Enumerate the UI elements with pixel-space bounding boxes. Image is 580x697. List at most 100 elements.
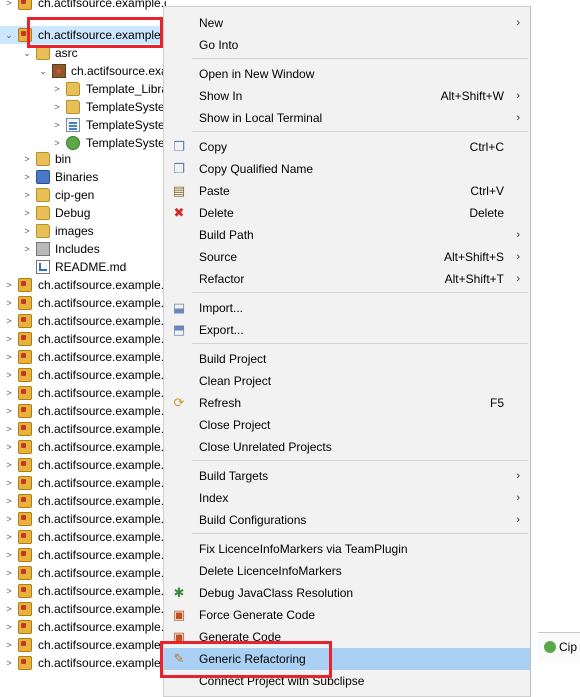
menu-item-paste[interactable]: ▤ Paste Ctrl+V	[164, 180, 530, 202]
tree-row-folder[interactable]: > bin	[0, 150, 166, 168]
tree-row-project[interactable]: > ch.actifsource.example.cip.m	[0, 492, 166, 510]
menu-item-debug-javaclass-resolution[interactable]: ✱ Debug JavaClass Resolution	[164, 582, 530, 604]
chevron-right-icon[interactable]: >	[4, 582, 14, 600]
tree-row-project[interactable]: > ch.actifsource.example.cip.q	[0, 564, 166, 582]
chevron-down-icon[interactable]: ⌄	[22, 44, 32, 62]
menu-item-export[interactable]: ⬒ Export...	[164, 319, 530, 341]
chevron-down-icon[interactable]: ⌄	[38, 62, 48, 80]
chevron-right-icon[interactable]: >	[4, 0, 14, 12]
tree-row-child[interactable]: > TemplateSystem	[0, 116, 166, 134]
chevron-right-icon[interactable]: >	[4, 330, 14, 348]
chevron-right-icon[interactable]: >	[4, 420, 14, 438]
chevron-right-icon[interactable]: >	[4, 618, 14, 636]
tree-row-project[interactable]: > ch.actifsource.example.cip.b	[0, 294, 166, 312]
menu-item-refactor[interactable]: Refactor Alt+Shift+T ›	[164, 268, 530, 290]
tree-row-project[interactable]: > ch.actifsource.example.cip.s	[0, 600, 166, 618]
chevron-right-icon[interactable]: >	[4, 600, 14, 618]
tree-row-project[interactable]: > ch.actifsource.example.cip.u	[0, 636, 166, 654]
menu-item-close-unrelated-projects[interactable]: Close Unrelated Projects	[164, 436, 530, 458]
chevron-right-icon[interactable]: >	[4, 366, 14, 384]
menu-item-show-in[interactable]: Show In Alt+Shift+W ›	[164, 85, 530, 107]
tree-row-folder[interactable]: > Binaries	[0, 168, 166, 186]
tree-row-folder[interactable]: > images	[0, 222, 166, 240]
chevron-right-icon[interactable]: >	[22, 204, 32, 222]
tree-row-child[interactable]: > Template_Library	[0, 80, 166, 98]
tree-row-folder[interactable]: > cip-gen	[0, 186, 166, 204]
chevron-right-icon[interactable]: >	[4, 294, 14, 312]
menu-item-build-path[interactable]: Build Path ›	[164, 224, 530, 246]
chevron-right-icon[interactable]: >	[52, 80, 62, 98]
chevron-right-icon[interactable]: >	[4, 474, 14, 492]
menu-item-generic-refactoring[interactable]: ✎ Generic Refactoring	[164, 648, 530, 670]
chevron-right-icon[interactable]: >	[4, 564, 14, 582]
menu-item-connect-project-with-subclipse[interactable]: Connect Project with Subclipse	[164, 670, 530, 692]
menu-item-clean-project[interactable]: Clean Project	[164, 370, 530, 392]
tree-row-project[interactable]: > ch.actifsource.example.cip.k	[0, 456, 166, 474]
chevron-right-icon[interactable]: >	[22, 186, 32, 204]
chevron-right-icon[interactable]: >	[4, 456, 14, 474]
tree-row-project[interactable]: > ch.actifsource.example.cip.l	[0, 474, 166, 492]
menu-item-import[interactable]: ⬓ Import...	[164, 297, 530, 319]
tree-row-project[interactable]: > ch.actifsource.example.cip.r	[0, 582, 166, 600]
menu-item-build-targets[interactable]: Build Targets ›	[164, 465, 530, 487]
tree-row-project[interactable]: > ch.actifsource.example.cip.p	[0, 546, 166, 564]
tree-row-project[interactable]: > ch.actifsource.example.cip.j	[0, 438, 166, 456]
chevron-right-icon[interactable]: >	[4, 546, 14, 564]
chevron-right-icon[interactable]: >	[22, 168, 32, 186]
chevron-right-icon[interactable]: >	[22, 150, 32, 168]
view-tab[interactable]: Cip	[538, 632, 580, 661]
chevron-right-icon[interactable]: >	[4, 312, 14, 330]
menu-item-copy[interactable]: ❐ Copy Ctrl+C	[164, 136, 530, 158]
tree-row-project[interactable]: > ch.actifsource.example.cip.g	[0, 384, 166, 402]
tree-row-selected-project[interactable]: ⌄ ch.actifsource.example.cip.ifpmpsystem	[0, 26, 166, 44]
tree-row-project[interactable]: > ch.actifsource.example.cip.v	[0, 654, 166, 672]
chevron-right-icon[interactable]: >	[4, 438, 14, 456]
tree-row-project[interactable]: > ch.actifsource.example.cip.i	[0, 420, 166, 438]
chevron-right-icon[interactable]: >	[4, 636, 14, 654]
chevron-down-icon[interactable]: ⌄	[4, 26, 14, 44]
tree-row-package[interactable]: ⌄ ch.actifsource.example.cip	[0, 62, 166, 80]
menu-item-fix-licenceinfomarkers-via-teamplugin[interactable]: Fix LicenceInfoMarkers via TeamPlugin	[164, 538, 530, 560]
chevron-right-icon[interactable]: >	[4, 384, 14, 402]
menu-item-generate-code[interactable]: ▣ Generate Code	[164, 626, 530, 648]
menu-item-refresh[interactable]: ⟳ Refresh F5	[164, 392, 530, 414]
tree-row-asrc[interactable]: ⌄ asrc	[0, 44, 166, 62]
tree-row-project[interactable]: > ch.actifsource.example.cip.ifpmpsystem …	[0, 0, 166, 12]
menu-item-close-project[interactable]: Close Project	[164, 414, 530, 436]
tree-row-project[interactable]: > ch.actifsource.example.cip.d	[0, 330, 166, 348]
menu-item-build-project[interactable]: Build Project	[164, 348, 530, 370]
chevron-right-icon[interactable]: >	[4, 654, 14, 672]
menu-item-show-in-local-terminal[interactable]: Show in Local Terminal ›	[164, 107, 530, 129]
tree-row-project[interactable]: > ch.actifsource.example.cip.h	[0, 402, 166, 420]
menu-item-force-generate-code[interactable]: ▣ Force Generate Code	[164, 604, 530, 626]
menu-item-delete[interactable]: ✖ Delete Delete	[164, 202, 530, 224]
menu-item-source[interactable]: Source Alt+Shift+S ›	[164, 246, 530, 268]
chevron-right-icon[interactable]: >	[52, 98, 62, 116]
tree-row-project[interactable]: > ch.actifsource.example.cip.n	[0, 510, 166, 528]
chevron-right-icon[interactable]: >	[4, 402, 14, 420]
menu-item-build-configurations[interactable]: Build Configurations ›	[164, 509, 530, 531]
menu-item-index[interactable]: Index ›	[164, 487, 530, 509]
tree-row-folder[interactable]: > Includes	[0, 240, 166, 258]
tree-row-project[interactable]: > ch.actifsource.example.cip.a	[0, 276, 166, 294]
chevron-right-icon[interactable]: >	[4, 276, 14, 294]
menu-item-new[interactable]: New ›	[164, 12, 530, 34]
chevron-right-icon[interactable]: >	[4, 348, 14, 366]
chevron-right-icon[interactable]: >	[4, 528, 14, 546]
tree-row-project[interactable]: > ch.actifsource.example.cip.f	[0, 366, 166, 384]
chevron-right-icon[interactable]: >	[22, 222, 32, 240]
menu-item-go-into[interactable]: Go Into	[164, 34, 530, 56]
tree-row-project[interactable]: > ch.actifsource.example.cip.e	[0, 348, 166, 366]
tree-row-project[interactable]: > ch.actifsource.example.cip.c	[0, 312, 166, 330]
chevron-right-icon[interactable]: >	[22, 240, 32, 258]
tree-row-child[interactable]: > TemplateSystem	[0, 98, 166, 116]
menu-item-copy-qualified-name[interactable]: ❐ Copy Qualified Name	[164, 158, 530, 180]
tree-row-project[interactable]: > ch.actifsource.example.cip.o	[0, 528, 166, 546]
tree-row-folder[interactable]: README.md	[0, 258, 166, 276]
menu-item-delete-licenceinfomarkers[interactable]: Delete LicenceInfoMarkers	[164, 560, 530, 582]
tree-row-project[interactable]: > ch.actifsource.example.cip.t	[0, 618, 166, 636]
chevron-right-icon[interactable]: >	[52, 116, 62, 134]
chevron-right-icon[interactable]: >	[4, 492, 14, 510]
tree-row-folder[interactable]: > Debug	[0, 204, 166, 222]
menu-item-open-in-new-window[interactable]: Open in New Window	[164, 63, 530, 85]
